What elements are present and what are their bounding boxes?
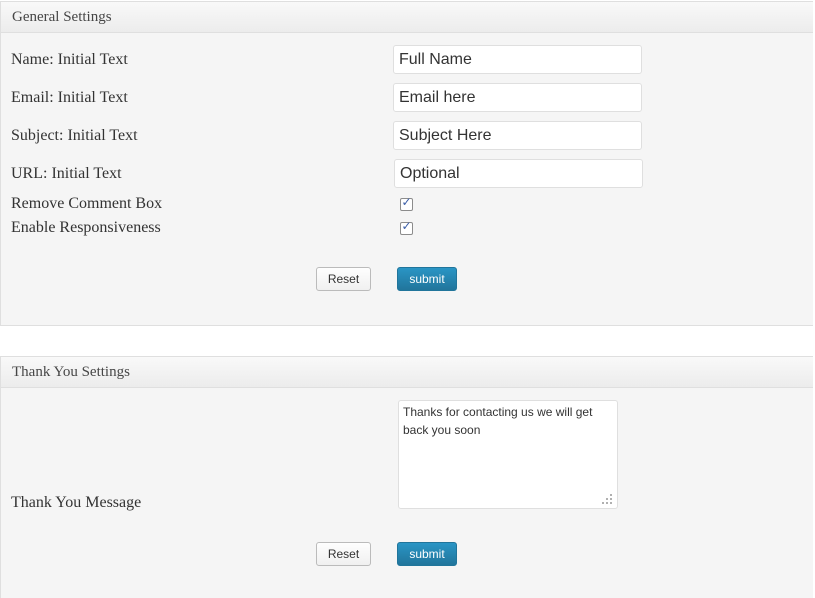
name-initial-text-input[interactable] (393, 45, 642, 74)
name-label: Name: Initial Text (11, 51, 128, 68)
thank-you-settings-title: Thank You Settings (1, 357, 813, 388)
thank-you-message-textarea[interactable]: Thanks for contacting us we will get bac… (398, 400, 618, 509)
thank-you-submit-button[interactable]: submit (397, 542, 457, 566)
thank-you-reset-button[interactable]: Reset (316, 542, 371, 566)
url-label: URL: Initial Text (11, 165, 122, 182)
enable-responsiveness-label: Enable Responsiveness (11, 219, 161, 236)
checkmark-icon: ✓ (401, 219, 412, 233)
general-submit-button[interactable]: submit (397, 267, 457, 291)
enable-responsiveness-checkbox[interactable]: ✓ (400, 219, 413, 235)
subject-initial-text-input[interactable] (393, 121, 642, 150)
email-initial-text-input[interactable] (393, 83, 642, 112)
remove-comment-box-label: Remove Comment Box (11, 195, 163, 212)
url-initial-text-input[interactable] (394, 159, 643, 188)
subject-label: Subject: Initial Text (11, 127, 138, 144)
email-label: Email: Initial Text (11, 89, 128, 106)
checkmark-icon: ✓ (401, 195, 412, 209)
remove-comment-box-checkbox[interactable]: ✓ (400, 195, 413, 211)
general-settings-title: General Settings (1, 2, 813, 33)
general-reset-button[interactable]: Reset (316, 267, 371, 291)
resize-handle-icon[interactable] (600, 492, 614, 506)
thank-you-message-label: Thank You Message (11, 494, 142, 511)
